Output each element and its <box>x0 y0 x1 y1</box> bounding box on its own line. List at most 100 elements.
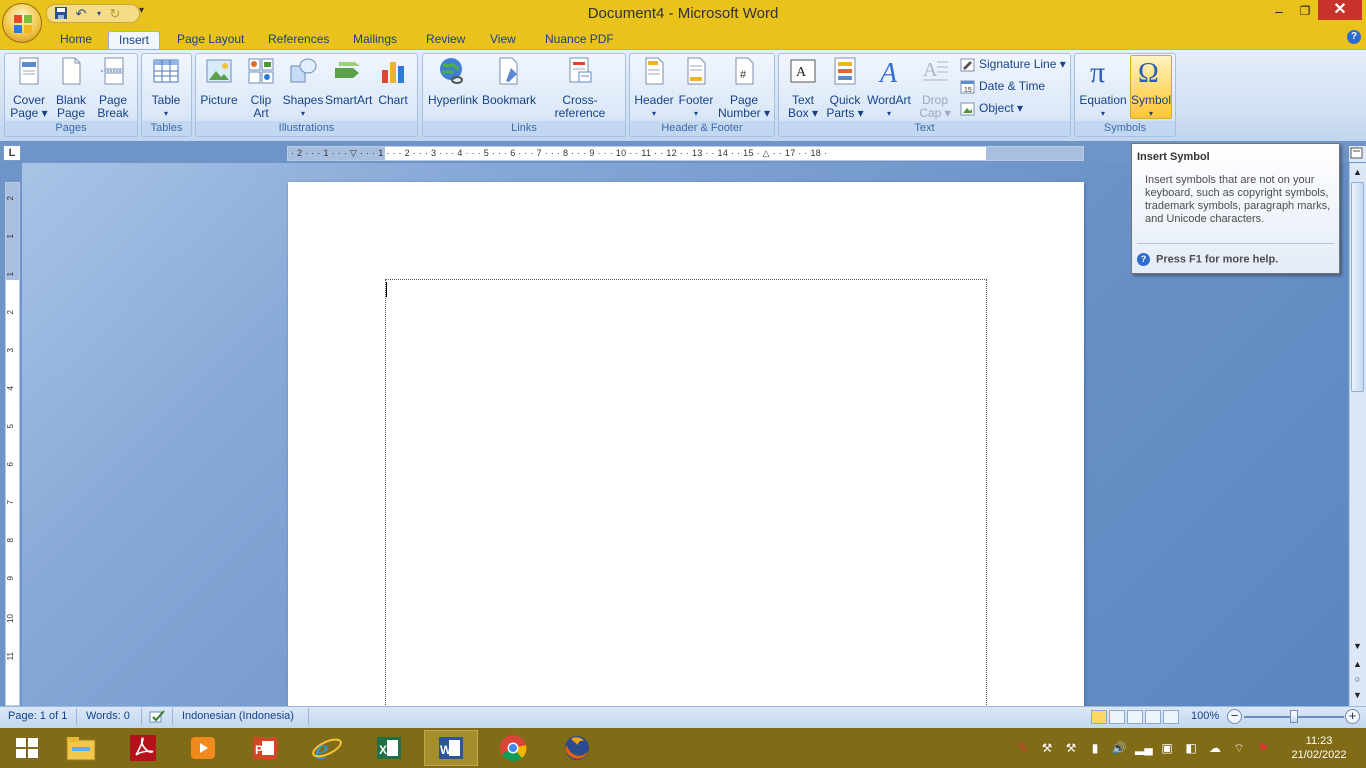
vertical-ruler-number: 2 <box>6 310 15 315</box>
taskbar-excel[interactable]: X <box>362 730 416 766</box>
group-links-label: Links <box>423 121 625 136</box>
undo-icon[interactable]: ↶ <box>73 6 89 22</box>
tray-adobe-icon[interactable]: ✎ <box>1015 740 1031 756</box>
wordart-button[interactable]: A WordArt ▾ <box>866 56 912 120</box>
scroll-down-arrow-icon[interactable]: ▼ <box>1350 640 1365 652</box>
vertical-ruler[interactable] <box>5 182 20 706</box>
tab-page-layout[interactable]: Page Layout <box>167 31 254 50</box>
smartart-button[interactable]: SmartArt <box>325 56 372 107</box>
tab-review[interactable]: Review <box>416 31 475 50</box>
tray-tools-icon-2[interactable]: ⚒ <box>1063 740 1079 756</box>
tray-app-icon[interactable]: ◧ <box>1183 740 1199 756</box>
taskbar-chrome[interactable] <box>486 730 540 766</box>
word-count[interactable]: Words: 0 <box>86 710 130 723</box>
taskbar-clock[interactable]: 11:23 21/02/2022 <box>1284 734 1354 762</box>
table-button[interactable]: Table ▾ <box>143 56 189 120</box>
tray-network-icon[interactable]: ▣ <box>1159 740 1175 756</box>
taskbar-adobe-reader[interactable] <box>116 730 170 766</box>
tooltip-help: ? Press F1 for more help. <box>1137 253 1278 266</box>
maximize-button[interactable]: ❐ <box>1292 2 1318 22</box>
status-separator <box>141 708 142 725</box>
shapes-label: Shapes <box>282 93 324 107</box>
proofing-icon[interactable] <box>149 709 167 724</box>
footer-button[interactable]: Footer ▾ <box>673 56 719 120</box>
outline-view-icon[interactable] <box>1145 710 1161 724</box>
print-layout-view-icon[interactable] <box>1091 710 1107 724</box>
close-button[interactable]: ✕ <box>1318 0 1362 20</box>
hyperlink-icon <box>440 58 463 84</box>
tab-selector[interactable]: L <box>3 145 21 161</box>
symbol-button[interactable]: Ω Symbol ▾ <box>1130 55 1172 119</box>
office-button[interactable] <box>2 3 42 43</box>
tray-wifi-icon[interactable]: ⌔ <box>1231 740 1247 756</box>
equation-button[interactable]: π Equation ▾ <box>1078 56 1128 120</box>
signature-line-button[interactable]: Signature Line ▾ <box>960 56 1066 74</box>
page-break-button[interactable]: Page Break <box>90 56 136 120</box>
scroll-up-arrow-icon[interactable]: ▲ <box>1350 166 1365 178</box>
tray-onedrive-icon[interactable]: ☁ <box>1207 740 1223 756</box>
zoom-in-button[interactable]: + <box>1345 709 1360 724</box>
web-layout-view-icon[interactable] <box>1127 710 1143 724</box>
tab-home[interactable]: Home <box>50 31 102 50</box>
zoom-out-button[interactable]: − <box>1227 709 1242 724</box>
picture-button[interactable]: Picture <box>196 56 242 107</box>
start-button[interactable] <box>0 730 54 766</box>
object-label: Object ▾ <box>979 101 1024 115</box>
tab-nuance-pdf[interactable]: Nuance PDF <box>535 31 624 50</box>
save-icon[interactable] <box>53 6 69 22</box>
tab-references[interactable]: References <box>258 31 339 50</box>
next-page-icon[interactable]: ▼ <box>1350 689 1365 701</box>
page-count[interactable]: Page: 1 of 1 <box>8 710 67 723</box>
full-screen-reading-view-icon[interactable] <box>1109 710 1125 724</box>
redo-icon[interactable]: ↻ <box>107 6 123 22</box>
minimize-button[interactable]: – <box>1266 2 1292 22</box>
tray-battery-icon[interactable]: ▮ <box>1087 740 1103 756</box>
media-player-icon <box>191 737 215 759</box>
cover-page-button[interactable]: Cover Page ▾ <box>6 56 52 120</box>
taskbar-word[interactable]: W <box>424 730 478 766</box>
taskbar-media-player[interactable] <box>176 730 230 766</box>
table-label: Table <box>151 93 181 107</box>
taskbar-powerpoint[interactable]: P <box>238 730 292 766</box>
shapes-button[interactable]: Shapes ▾ <box>280 56 326 120</box>
quick-parts-button[interactable]: Quick Parts ▾ <box>822 56 868 120</box>
bookmark-button[interactable]: Bookmark <box>482 56 536 107</box>
help-icon[interactable]: ? <box>1347 30 1361 44</box>
taskbar-internet-explorer[interactable]: e <box>300 730 354 766</box>
zoom-slider-thumb[interactable] <box>1290 710 1298 723</box>
language-indicator[interactable]: Indonesian (Indonesia) <box>182 710 294 723</box>
zoom-level[interactable]: 100% <box>1191 710 1219 723</box>
page-number-button[interactable]: # Page Number ▾ <box>717 56 771 120</box>
hyperlink-button[interactable]: Hyperlink <box>428 56 478 107</box>
tray-flag-icon[interactable]: ⚑ <box>1255 740 1271 756</box>
undo-dropdown-icon[interactable]: ▾ <box>91 6 107 22</box>
taskbar-firefox[interactable] <box>550 730 604 766</box>
tab-view[interactable]: View <box>480 31 526 50</box>
draft-view-icon[interactable] <box>1163 710 1179 724</box>
view-ruler-button[interactable] <box>1349 146 1366 162</box>
drop-cap-button[interactable]: A Drop Cap ▾ <box>912 56 958 120</box>
cover-page-icon <box>19 57 39 85</box>
date-time-button[interactable]: 15 Date & Time <box>960 78 1045 96</box>
taskbar-file-explorer[interactable] <box>54 730 108 766</box>
svg-text:A: A <box>796 65 807 80</box>
cross-reference-button[interactable]: Cross-reference <box>539 56 621 120</box>
tray-signal-icon[interactable]: ▂▄ <box>1135 740 1153 756</box>
chart-button[interactable]: Chart <box>370 56 416 107</box>
calendar-icon: 15 <box>960 80 975 94</box>
tab-mailings[interactable]: Mailings <box>343 31 407 50</box>
object-button[interactable]: Object ▾ <box>960 100 1023 118</box>
tab-insert[interactable]: Insert <box>108 31 161 50</box>
customize-qat-icon[interactable]: ▾ <box>139 5 144 16</box>
horizontal-ruler[interactable]: · 2 · · · 1 · · · ▽ · · · 1 · · · 2 · · … <box>287 146 1084 161</box>
select-browse-object-icon[interactable]: ○ <box>1350 673 1365 685</box>
text-box-button[interactable]: A Text Box ▾ <box>780 56 826 120</box>
previous-page-icon[interactable]: ▲ <box>1350 658 1365 670</box>
tray-tools-icon[interactable]: ⚒ <box>1039 740 1055 756</box>
clip-art-button[interactable]: Clip Art <box>238 56 284 120</box>
text-box-icon: A <box>790 59 816 83</box>
scrollbar-thumb[interactable] <box>1351 182 1364 392</box>
blank-page-button[interactable]: Blank Page <box>48 56 94 120</box>
header-button[interactable]: Header ▾ <box>631 56 677 120</box>
tray-volume-icon[interactable]: 🔊 <box>1111 740 1127 756</box>
